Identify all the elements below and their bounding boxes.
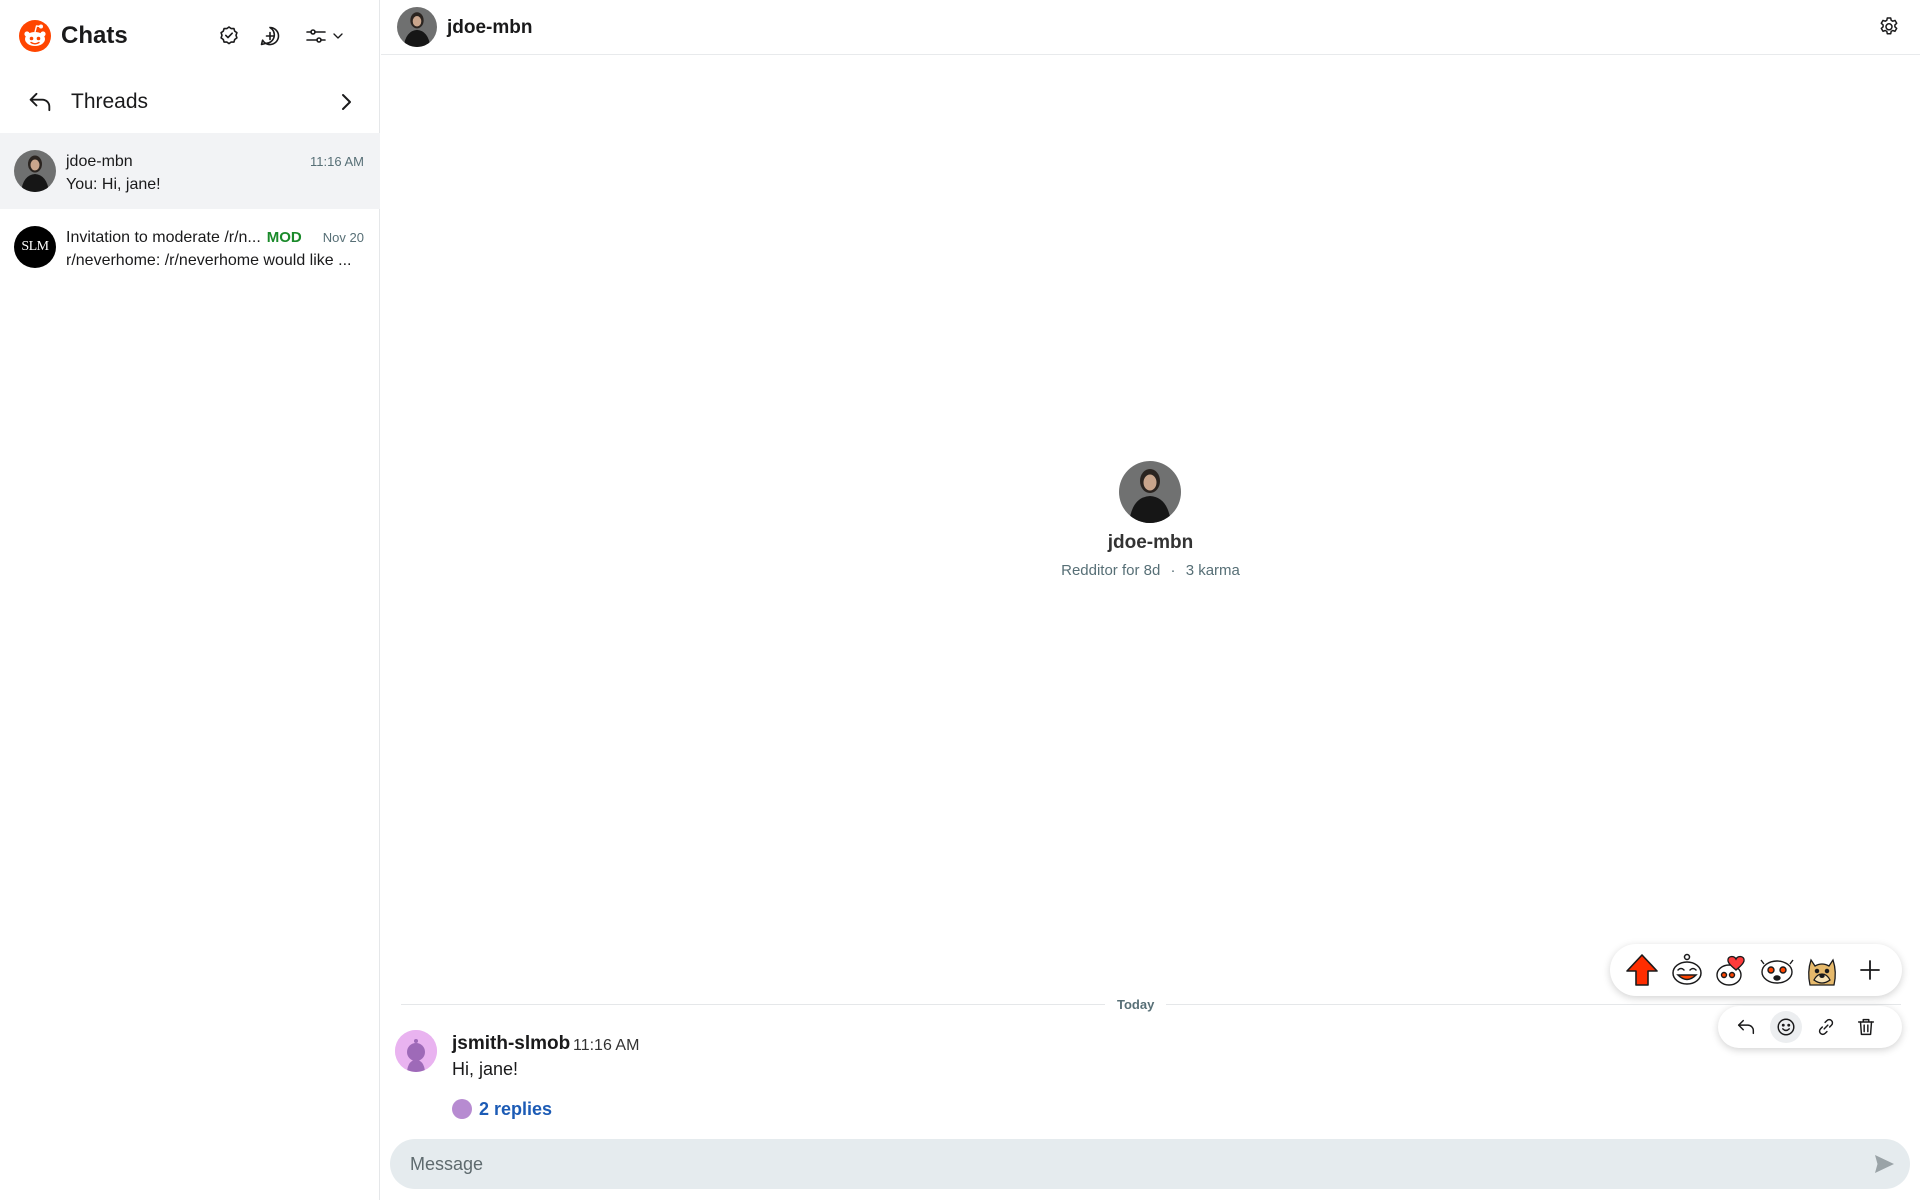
gear-icon[interactable] [1877, 15, 1901, 39]
link-icon [1818, 1018, 1834, 1036]
add-emoji-button[interactable] [1770, 1011, 1802, 1043]
message-text: Hi, jane! [452, 1059, 519, 1079]
conversation-item-jdoe-mbn[interactable]: jdoe-mbn 11:16 AM You: Hi, jane! [0, 133, 380, 209]
karma-count: 3 karma [1185, 562, 1240, 579]
chevron-right-icon [342, 94, 351, 110]
chat-header: jdoe-mbn [381, 0, 1920, 55]
add-reaction-icon[interactable] [1850, 950, 1890, 990]
sidebar-title: Chats [61, 22, 128, 49]
chevron-down-icon [333, 33, 343, 39]
snoo-laugh-icon[interactable] [1667, 950, 1707, 990]
chat-title[interactable]: jdoe-mbn [447, 16, 533, 40]
message-input[interactable] [410, 1139, 1830, 1189]
mark-all-read-button[interactable] [215, 22, 243, 50]
avatar [14, 150, 56, 192]
copy-link-button[interactable] [1810, 1011, 1842, 1043]
profile-name[interactable]: jdoe-mbn [381, 531, 1920, 555]
snoo-hearts-icon[interactable] [1712, 950, 1752, 990]
reaction-bar [1610, 944, 1902, 996]
info-separator: · [1170, 562, 1176, 579]
send-icon[interactable] [1872, 1152, 1896, 1176]
mod-badge: MOD [266, 229, 302, 246]
conversation-preview: r/neverhome: /r/neverhome would like ... [66, 252, 352, 269]
trash-icon [1857, 1018, 1875, 1036]
date-divider-label: Today [1105, 996, 1167, 1014]
avatar: SLM [14, 226, 56, 268]
threads-row[interactable]: Threads [0, 80, 380, 124]
conversation-title: Invitation to moderate /r/n... [66, 229, 261, 246]
snoo-shocked-icon[interactable] [1757, 950, 1797, 990]
conversation-time: Nov 20 [322, 230, 364, 245]
conversation-item-mod-invite[interactable]: SLM Invitation to moderate /r/n... MOD No… [0, 209, 380, 285]
chat-plus-icon [260, 26, 280, 46]
delete-button[interactable] [1850, 1011, 1882, 1043]
check-badge-icon [220, 26, 238, 45]
message-action-bar [1718, 1006, 1902, 1048]
sidebar-header: Chats [0, 0, 380, 72]
conversation-preview: You: Hi, jane! [66, 176, 161, 193]
chat-sidebar: Chats Threads jdoe-mbn 11:16 AM You: Hi,… [0, 0, 380, 1200]
emoji-icon [1777, 1018, 1795, 1036]
reddit-logo-icon [19, 20, 51, 52]
chat-main: jdoe-mbn jdoe-mbn Redditor for 8d · 3 ka… [381, 0, 1920, 1200]
new-chat-button[interactable] [256, 22, 284, 50]
filter-sliders-icon [306, 29, 326, 43]
profile-avatar[interactable] [1119, 461, 1181, 523]
message-time: 11:16 AM [573, 1037, 640, 1054]
header-avatar[interactable] [397, 7, 437, 47]
upvote-icon[interactable] [1622, 950, 1662, 990]
message-author[interactable]: jsmith-slmob [452, 1033, 570, 1055]
profile-info: Redditor for 8d · 3 karma [381, 561, 1920, 581]
reply-button[interactable] [1730, 1011, 1762, 1043]
conversation-name: jdoe-mbn [66, 153, 133, 170]
conversation-time: 11:16 AM [310, 154, 364, 169]
reply-icon [1737, 1019, 1755, 1035]
avatar-text: SLM [21, 239, 49, 254]
reply-avatar-icon [452, 1099, 472, 1119]
doge-icon[interactable] [1802, 950, 1842, 990]
threads-label: Threads [71, 90, 149, 113]
replies-label: 2 replies [479, 1098, 553, 1119]
message-composer [390, 1139, 1910, 1189]
message-avatar[interactable] [395, 1030, 437, 1072]
reply-arrow-icon [29, 92, 51, 112]
filter-menu-button[interactable] [302, 22, 348, 50]
conversation-name: Invitation to moderate /r/n... MOD [66, 228, 302, 248]
replies-link[interactable]: 2 replies [452, 1097, 552, 1121]
redditor-age: Redditor for 8d [1061, 562, 1161, 579]
